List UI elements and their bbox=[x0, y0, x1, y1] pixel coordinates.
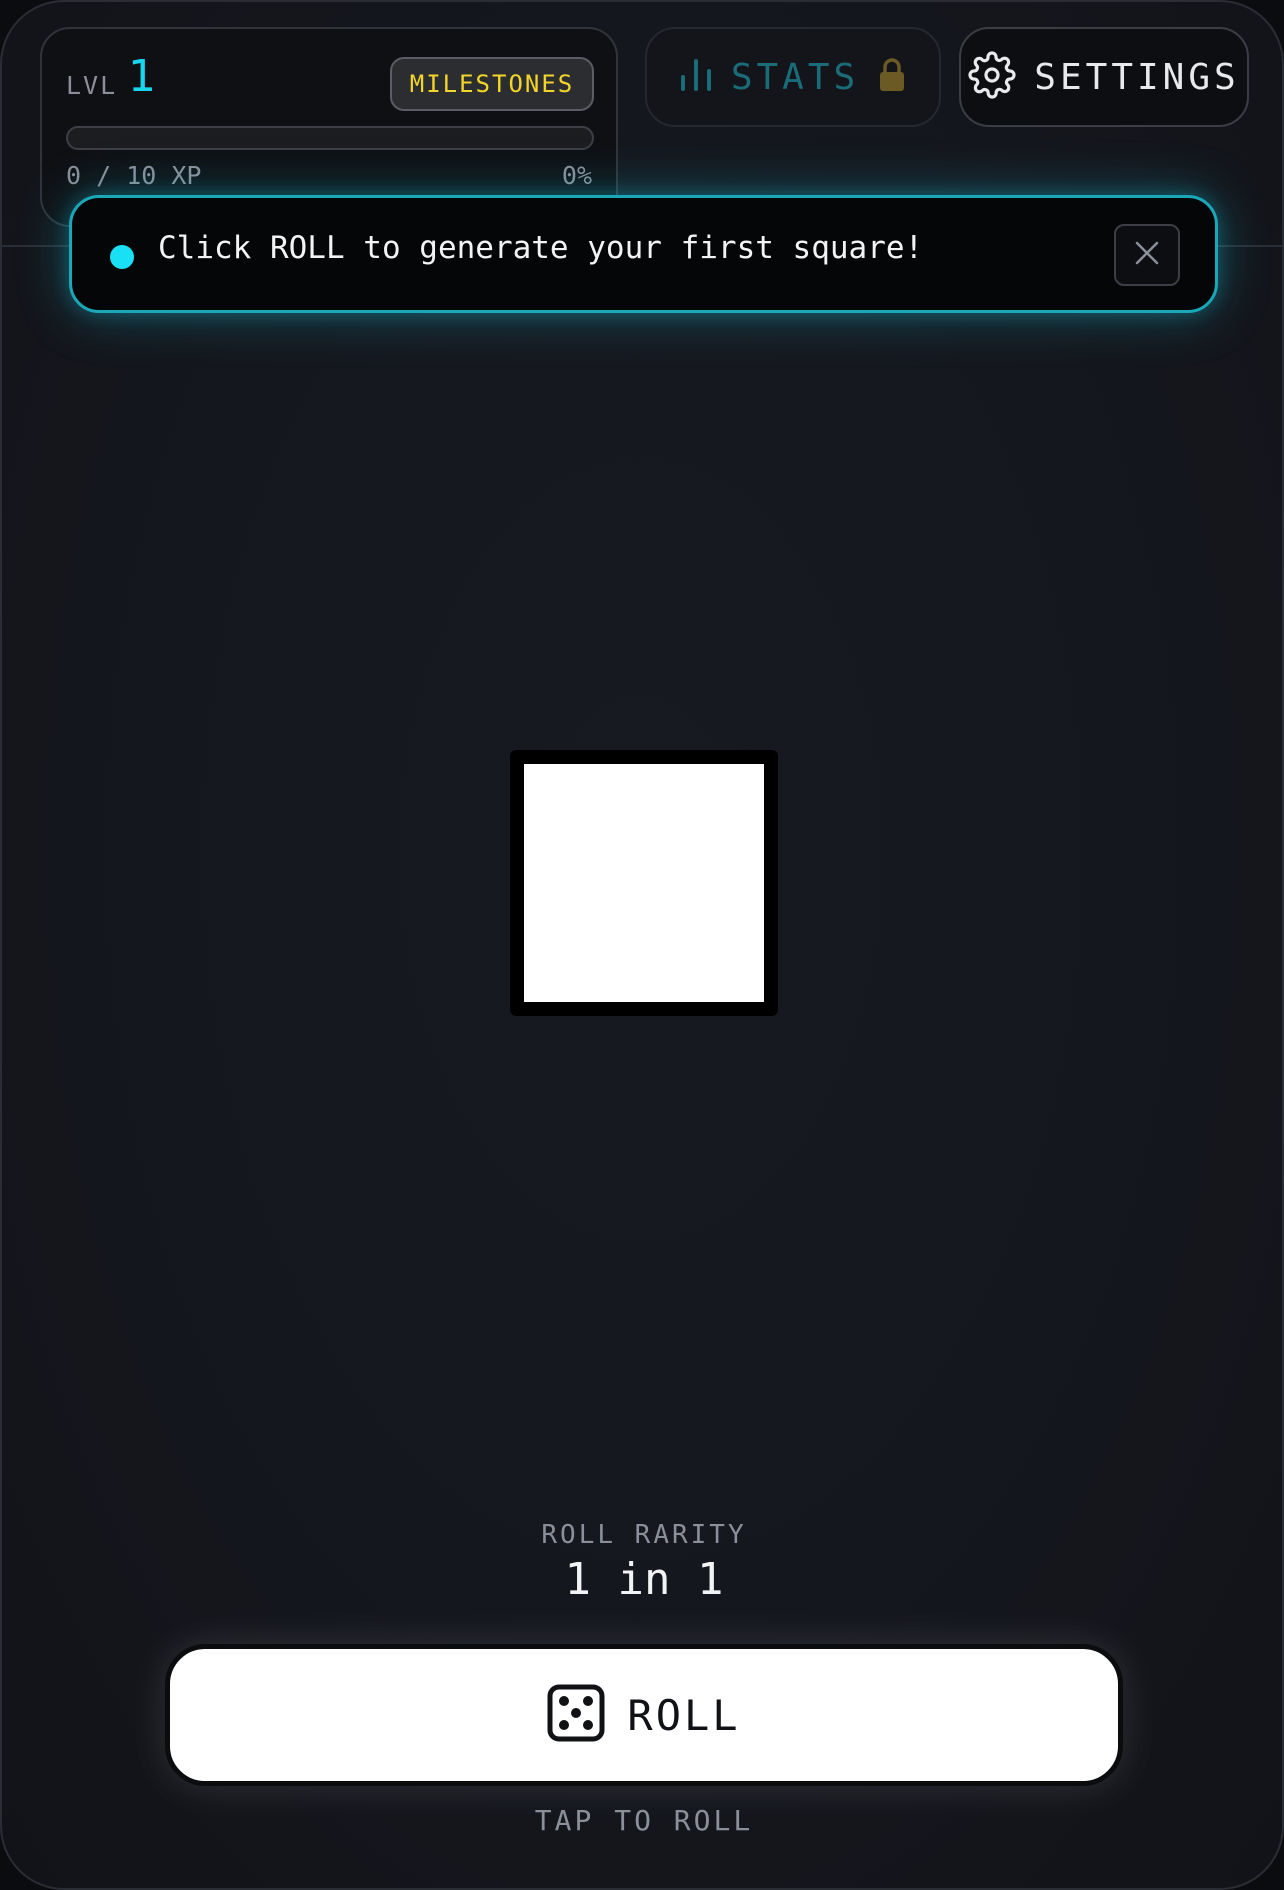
lock-icon bbox=[877, 57, 907, 97]
settings-label: SETTINGS bbox=[1034, 56, 1240, 98]
xp-progress-bar bbox=[66, 126, 594, 150]
rarity-value: 1 in 1 bbox=[564, 1554, 724, 1605]
milestones-button[interactable]: MILESTONES bbox=[390, 57, 594, 111]
generated-square bbox=[510, 750, 778, 1016]
gear-icon bbox=[968, 51, 1016, 103]
dice-icon bbox=[547, 1684, 605, 1746]
settings-button[interactable]: SETTINGS bbox=[959, 27, 1249, 127]
status-dot-icon bbox=[110, 245, 134, 269]
tap-to-roll-hint: TAP TO ROLL bbox=[534, 1804, 754, 1837]
bar-chart-icon bbox=[679, 57, 713, 97]
stats-label: STATS bbox=[730, 56, 860, 98]
roll-button[interactable]: ROLL bbox=[165, 1644, 1123, 1786]
xp-percent: 0% bbox=[561, 161, 592, 190]
toast-message: Click ROLL to generate your first square… bbox=[158, 230, 924, 266]
toast-close-button[interactable] bbox=[1114, 224, 1180, 286]
level-label: LVL bbox=[66, 71, 118, 100]
level-number: 1 bbox=[128, 51, 156, 102]
rarity-label: ROLL RARITY bbox=[541, 1520, 747, 1550]
close-icon bbox=[1134, 240, 1160, 270]
hint-toast: Click ROLL to generate your first square… bbox=[69, 195, 1218, 313]
square-fill bbox=[524, 764, 764, 1002]
roll-label: ROLL bbox=[627, 1690, 741, 1740]
game-screen: LVL 1 MILESTONES 0 / 10 XP 0% STATS SETT… bbox=[0, 0, 1284, 1890]
stats-button[interactable]: STATS bbox=[645, 27, 941, 127]
xp-text: 0 / 10 XP bbox=[66, 161, 202, 190]
